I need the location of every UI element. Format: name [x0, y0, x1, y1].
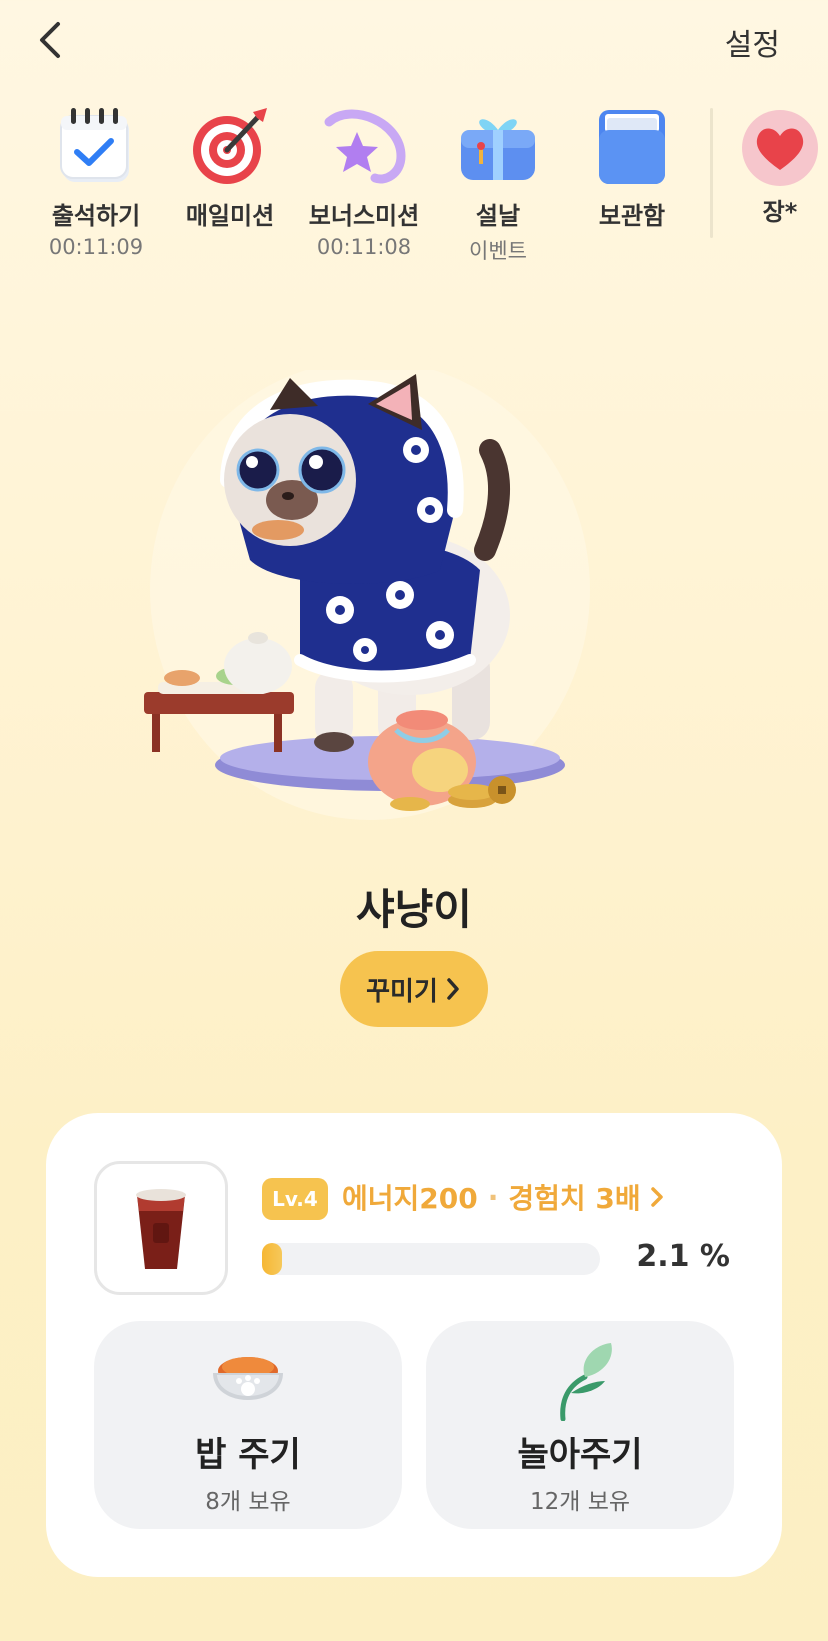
- status-card: Lv.4 에너지200 · 경험치 3배 2.1 % 밥 주기 8개 보유 놀아…: [46, 1113, 782, 1577]
- menu-label: 출석하기: [51, 202, 141, 230]
- menu-item-partial[interactable]: 장*: [722, 96, 828, 227]
- feed-button[interactable]: 밥 주기 8개 보유: [94, 1321, 402, 1529]
- level-info-link[interactable]: 에너지200 · 경험치 3배: [342, 1177, 665, 1217]
- menu-item-attendance[interactable]: 출석하기 00:11:09: [30, 96, 162, 259]
- heart-icon: [740, 108, 820, 188]
- gift-box-icon: [455, 102, 541, 188]
- feed-title: 밥 주기: [195, 1435, 301, 1475]
- menu-timer: 00:11:09: [48, 235, 144, 259]
- menu-item-seollal-event[interactable]: 설날 이벤트: [432, 96, 564, 265]
- star-orbit-icon: [321, 102, 407, 188]
- menu-label: 보너스미션: [308, 202, 420, 230]
- menu-sub: 이벤트: [469, 239, 527, 263]
- progress-fill: [262, 1243, 282, 1275]
- menu-label: 보관함: [598, 202, 666, 230]
- progress-bar: [262, 1243, 600, 1275]
- menu-label: 장*: [762, 198, 798, 226]
- back-button[interactable]: [28, 18, 72, 62]
- separator-dot: ·: [487, 1180, 499, 1214]
- feather-toy-icon: [535, 1341, 625, 1422]
- menu-timer: 00:11:08: [316, 235, 412, 259]
- chevron-right-icon: [650, 1187, 663, 1207]
- play-title: 놀아주기: [517, 1435, 643, 1475]
- menu-label: 설날: [475, 202, 521, 230]
- energy-text: 에너지200: [342, 1182, 478, 1215]
- chevron-left-icon: [40, 22, 60, 58]
- food-bowl-icon: [203, 1341, 293, 1421]
- top-bar: 설정: [0, 0, 828, 84]
- menu-item-daily-mission[interactable]: 매일미션: [164, 96, 296, 235]
- menu-row: 출석하기 00:11:09 매일미션 보너스미션 00:11:08 설날 이벤트…: [0, 96, 828, 266]
- storage-box-icon: [589, 102, 675, 188]
- item-thumbnail[interactable]: [94, 1161, 228, 1295]
- level-badge: Lv.4: [262, 1178, 328, 1220]
- decorate-button[interactable]: 꾸미기: [340, 951, 488, 1027]
- target-icon: [187, 102, 273, 188]
- calendar-check-icon: [53, 102, 139, 188]
- menu-label: 매일미션: [185, 202, 275, 230]
- settings-button[interactable]: 설정: [725, 20, 780, 64]
- progress-percent: 2.1 %: [636, 1239, 730, 1274]
- feed-count: 8개 보유: [205, 1489, 291, 1515]
- menu-item-bonus-mission[interactable]: 보너스미션 00:11:08: [298, 96, 430, 259]
- character-scene[interactable]: [140, 360, 600, 850]
- character-name: 샤냥이: [356, 885, 472, 934]
- decorate-label: 꾸미기: [366, 976, 438, 1007]
- play-button[interactable]: 놀아주기 12개 보유: [426, 1321, 734, 1529]
- menu-item-storage[interactable]: 보관함: [566, 96, 698, 235]
- menu-divider: [710, 108, 713, 238]
- exp-text: 경험치 3배: [508, 1182, 641, 1215]
- play-count: 12개 보유: [529, 1489, 631, 1515]
- iced-drink-icon: [136, 1189, 186, 1269]
- chevron-right-icon: [447, 978, 459, 1000]
